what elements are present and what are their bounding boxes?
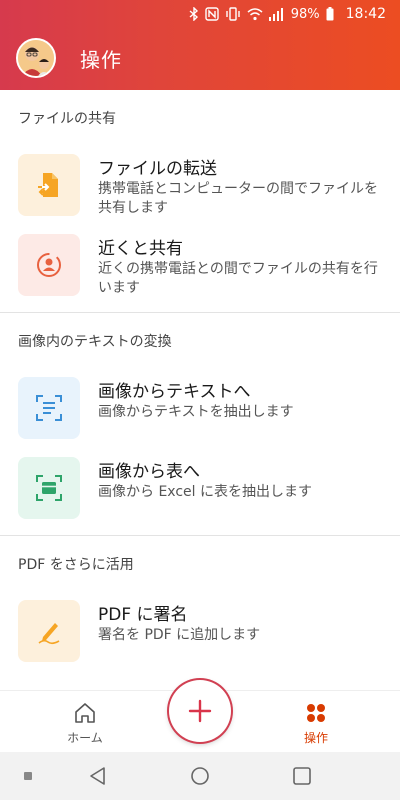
overview-square-icon[interactable] [292, 766, 312, 786]
page-title: 操作 [80, 48, 122, 72]
status-bar: 98% 18:42 [0, 0, 400, 28]
plus-icon [188, 699, 212, 723]
action-title: PDF に署名 [98, 605, 188, 625]
battery-percent: 98% [290, 6, 320, 22]
file-transfer-icon [18, 154, 80, 216]
app-header: 98% 18:42 操作 [0, 0, 400, 90]
image-to-table-icon [18, 457, 80, 519]
action-description: 画像からテキストを抽出します [98, 404, 294, 420]
action-pdf-sign[interactable]: PDF に署名 署名を PDF に追加します [0, 588, 400, 668]
action-title: ファイルの転送 [98, 159, 217, 179]
section-title-pdf: PDF をさらに活用 [18, 557, 134, 573]
avatar-icon[interactable] [16, 38, 56, 78]
action-description: 携帯電話とコンピューターの間でファイルを共有します [98, 181, 378, 216]
action-description: 近くの携帯電話との間でファイルの共有を行います [98, 261, 378, 296]
recent-dot-icon[interactable] [24, 772, 32, 780]
action-image-to-text[interactable]: 画像からテキストへ 画像からテキストを抽出します [0, 365, 400, 445]
share-nearby-icon [18, 234, 80, 296]
home-circle-icon[interactable] [190, 766, 210, 786]
nav-actions-label: 操作 [303, 731, 328, 745]
nav-home[interactable]: ホーム [45, 701, 125, 746]
home-icon [75, 703, 95, 723]
action-description: 署名を PDF に追加します [98, 627, 261, 643]
action-description: 画像から Excel に表を抽出します [98, 484, 312, 500]
nfc-icon [205, 7, 219, 21]
create-button[interactable] [169, 680, 231, 742]
vibrate-icon [226, 7, 240, 21]
wifi-icon [247, 8, 263, 21]
back-icon[interactable] [88, 766, 108, 786]
actions-list: ファイルの共有 ファイルの転送 携帯電話とコンピューターの間でファイルを共有しま… [0, 90, 400, 668]
action-title: 近くと共有 [98, 239, 183, 259]
action-title: 画像からテキストへ [98, 382, 251, 402]
system-nav-bar [0, 752, 400, 800]
section-title-image-text: 画像内のテキストの変換 [18, 334, 172, 350]
pdf-sign-icon [18, 600, 80, 662]
nav-actions[interactable]: 操作 [276, 701, 356, 746]
signal-icon [268, 8, 283, 21]
image-to-text-icon [18, 377, 80, 439]
nav-home-label: ホーム [67, 731, 103, 745]
status-time: 18:42 [345, 6, 386, 22]
action-image-to-table[interactable]: 画像から表へ 画像から Excel に表を抽出します [0, 445, 400, 525]
action-title: 画像から表へ [98, 462, 200, 482]
action-file-transfer[interactable]: ファイルの転送 携帯電話とコンピューターの間でファイルを共有します [0, 142, 400, 222]
action-share-nearby[interactable]: 近くと共有 近くの携帯電話との間でファイルの共有を行います [0, 222, 400, 302]
battery-icon [326, 7, 334, 21]
bluetooth-icon [189, 7, 198, 21]
actions-grid-icon [307, 704, 325, 722]
section-title-file-share: ファイルの共有 [18, 111, 116, 127]
